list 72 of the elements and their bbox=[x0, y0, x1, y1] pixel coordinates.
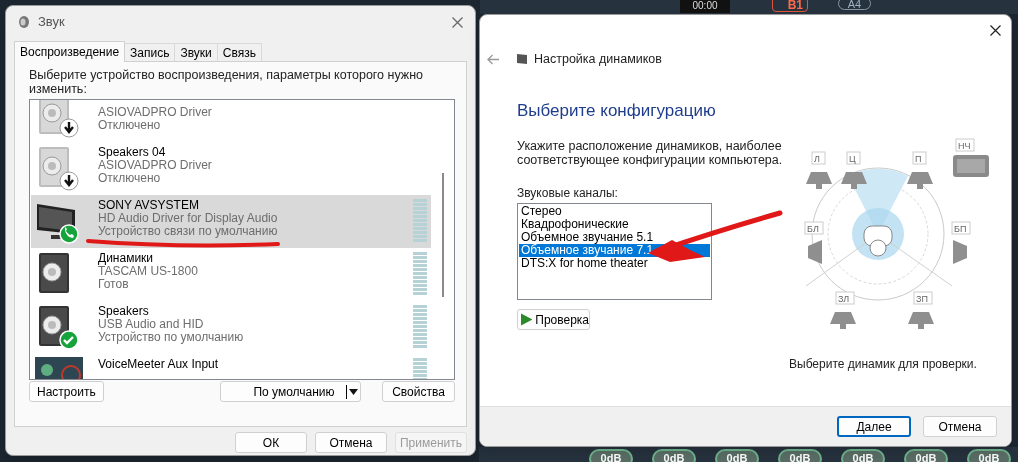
bus-button[interactable]: B1 bbox=[772, 0, 808, 12]
channel-label: Л bbox=[811, 151, 826, 165]
page-heading: Выберите конфигурацию bbox=[517, 100, 717, 122]
device-name: VoiceMeeter Aux Input bbox=[98, 358, 220, 371]
listener-figure bbox=[863, 225, 893, 257]
speaker-icon bbox=[18, 15, 30, 29]
speaker-icon[interactable] bbox=[907, 172, 933, 189]
device-status: Отключено bbox=[98, 172, 162, 185]
device-status: Отключено bbox=[98, 119, 162, 132]
device-name: Speakers 04 bbox=[98, 146, 167, 159]
device-driver: USB Audio and HID bbox=[98, 318, 205, 331]
channel-label: ЗЛ bbox=[835, 291, 855, 305]
device-row[interactable]: Speakers USB Audio and HID Устройство по умолчанию bbox=[31, 301, 431, 354]
channel-label: ЗП bbox=[913, 291, 933, 305]
cancel-button[interactable]: Отмена bbox=[923, 416, 997, 437]
speaker-icon[interactable] bbox=[953, 240, 967, 264]
default-button[interactable]: По умолчанию bbox=[220, 381, 361, 402]
channel-option[interactable]: Стерео bbox=[519, 205, 710, 218]
speaker-icon bbox=[516, 53, 528, 65]
device-row[interactable]: Динамики TASCAM US-1800 Готов bbox=[31, 248, 431, 301]
properties-button[interactable]: Свойства bbox=[382, 381, 455, 402]
gain-knob[interactable]: 0dB bbox=[778, 449, 822, 462]
configure-button[interactable]: Настроить bbox=[29, 381, 104, 402]
gain-knob[interactable]: 0dB bbox=[715, 449, 759, 462]
speaker-icon[interactable] bbox=[806, 172, 832, 189]
device-row[interactable]: SONY AVSYSTEM HD Audio Driver for Display Audio Устройство связи по умолчанию bbox=[31, 195, 431, 248]
scrollbar-thumb[interactable] bbox=[442, 173, 444, 297]
field-label: Звуковые каналы: bbox=[517, 185, 618, 202]
gain-knob[interactable]: 0dB bbox=[589, 449, 633, 462]
channel-option[interactable]: DTS:X for home theater bbox=[519, 257, 710, 270]
device-driver: TASCAM US-1800 bbox=[98, 265, 199, 278]
channel-option[interactable]: Квадрофонические bbox=[519, 218, 710, 231]
speaker-icon[interactable] bbox=[830, 312, 856, 329]
device-status: Устройство по умолчанию bbox=[98, 331, 245, 344]
next-button[interactable]: Далее bbox=[837, 416, 911, 437]
caret-icon bbox=[349, 388, 358, 395]
tab[interactable]: Воспроизведение bbox=[14, 41, 126, 62]
gain-knob[interactable]: 0dB bbox=[652, 449, 696, 462]
dialog-button[interactable]: Отмена bbox=[315, 432, 387, 453]
close-icon[interactable] bbox=[990, 25, 1001, 36]
tab[interactable]: Запись bbox=[125, 43, 176, 61]
gain-knob[interactable]: 0dB bbox=[904, 449, 948, 462]
channel-label: БЛ bbox=[804, 221, 824, 235]
device-status: Устройство связи по умолчанию bbox=[98, 225, 279, 238]
timer-display: 00:00 bbox=[680, 0, 730, 13]
play-icon bbox=[521, 313, 533, 326]
device-driver: ASIOVADPRO Driver bbox=[98, 159, 213, 172]
test-button[interactable]: Проверка bbox=[517, 309, 590, 330]
device-driver: HD Audio Driver for Display Audio bbox=[98, 212, 279, 225]
device-name: SONY AVSYSTEM bbox=[98, 199, 200, 212]
tab[interactable]: Звуки bbox=[175, 43, 218, 61]
channel-label: БП bbox=[951, 221, 971, 235]
dialog-button[interactable]: ОК bbox=[235, 432, 307, 453]
channel-label: Ц bbox=[846, 151, 861, 165]
window-title: Звук bbox=[38, 13, 65, 32]
tab[interactable]: Связь bbox=[217, 43, 262, 61]
device-name: Динамики bbox=[98, 252, 155, 265]
speaker-icon[interactable] bbox=[908, 312, 934, 329]
device-driver: ASIOVADPRO Driver bbox=[98, 106, 213, 119]
window-title: Настройка динамиков bbox=[534, 50, 662, 68]
instruction-text: Выберите устройство воспроизведения, параметры которого нужно изменить: bbox=[29, 68, 425, 96]
speaker-icon[interactable] bbox=[841, 172, 867, 189]
channel-label: НЧ bbox=[955, 138, 975, 152]
speaker-icon[interactable] bbox=[808, 240, 822, 264]
device-name: Speakers bbox=[98, 305, 150, 318]
gain-knob[interactable]: 0dB bbox=[967, 449, 1011, 462]
back-icon[interactable] bbox=[487, 53, 500, 65]
device-status: Готов bbox=[98, 278, 130, 291]
hint-text: Выберите динамик для проверки. bbox=[789, 356, 977, 373]
gain-knob[interactable]: 0dB bbox=[841, 449, 885, 462]
channel-label: П bbox=[912, 151, 927, 165]
channel-option[interactable]: Объемное звучание 5.1 bbox=[519, 231, 710, 244]
